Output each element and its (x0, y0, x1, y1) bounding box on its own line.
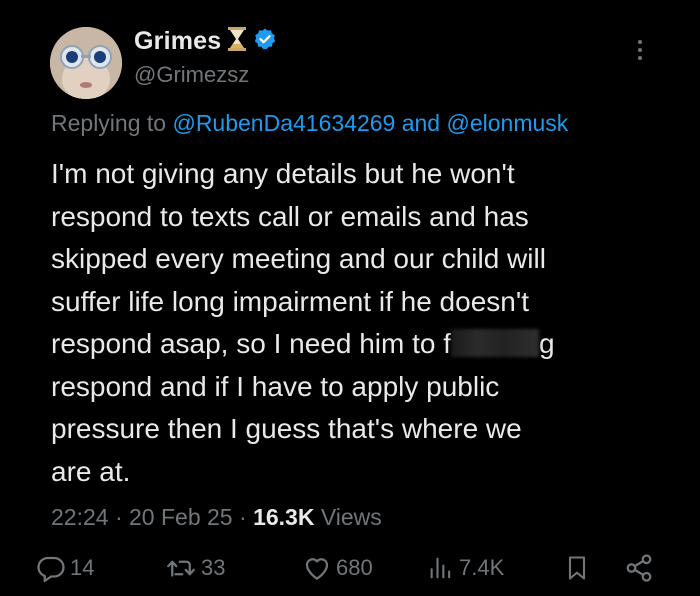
meta-separator: · (239, 504, 247, 530)
meta-separator: · (114, 504, 123, 530)
tweet-line-end: g (539, 328, 555, 359)
mention-link-elonmusk[interactable]: @elonmusk (446, 110, 568, 136)
verified-badge-icon (253, 27, 277, 56)
tweet-date[interactable]: 20 Feb 25 (129, 504, 233, 530)
bookmark-button[interactable] (563, 548, 591, 588)
tweet-line: respond and if I have to apply public (51, 370, 500, 402)
tweet-line: respond to texts call or emails and has (51, 200, 529, 232)
more-options-button[interactable] (628, 36, 652, 64)
mention-joiner[interactable]: and (402, 110, 440, 136)
tweet-line-start: respond asap, so I need him to f (51, 328, 452, 359)
handle[interactable]: @Grimezsz (134, 62, 249, 88)
display-name[interactable]: Grimes (134, 27, 221, 56)
reply-icon (37, 556, 65, 583)
reply-button[interactable]: 14 (36, 548, 94, 588)
heart-icon (305, 558, 329, 580)
like-count: 680 (336, 555, 373, 580)
tweet-line: pressure then I guess that's where we (51, 413, 522, 444)
avatar[interactable] (50, 27, 122, 99)
reply-count: 14 (70, 555, 95, 580)
tweet-meta: 22:24 · 20 Feb 25 · 16.3K Views (51, 504, 382, 531)
censor-blur (451, 329, 540, 357)
analytics-icon (430, 557, 451, 579)
views-count: 16.3K (253, 504, 315, 530)
views-action-count: 7.4K (459, 555, 505, 580)
views-label: Views (320, 504, 382, 530)
tweet-line: I'm not giving any details but he won't (51, 158, 515, 189)
tweet-card: Grimes @Grimezsz Replying to @RubenDa416… (0, 0, 700, 596)
retweet-button[interactable]: 33 (165, 548, 225, 588)
replying-to: Replying to @RubenDa41634269 and @elonmu… (51, 110, 568, 137)
retweet-count: 33 (201, 555, 226, 580)
tweet-line: skipped every meeting and our child will (51, 243, 546, 274)
tweet-line: suffer life long impairment if he doesn'… (51, 285, 529, 317)
bookmark-icon (568, 556, 586, 580)
like-button[interactable]: 680 (302, 548, 373, 588)
share-icon (626, 554, 652, 582)
mention-link-ruben[interactable]: @RubenDa41634269 (172, 110, 395, 136)
tweet-text: I'm not giving any details but he won't … (51, 153, 661, 493)
hourglass-icon (227, 26, 247, 57)
views-button[interactable]: 7.4K (427, 548, 504, 588)
author-name-row[interactable]: Grimes (134, 26, 277, 56)
more-vertical-icon (638, 40, 642, 60)
tweet-line: are at. (51, 455, 131, 487)
tweet-line-censored: respond asap, so I need him to f g (51, 323, 661, 366)
tweet-time[interactable]: 22:24 (51, 504, 109, 530)
action-bar: 14 33 680 7.4K (0, 548, 700, 588)
share-button[interactable] (624, 548, 654, 588)
replying-to-label: Replying to (51, 110, 167, 136)
retweet-icon (167, 560, 195, 577)
